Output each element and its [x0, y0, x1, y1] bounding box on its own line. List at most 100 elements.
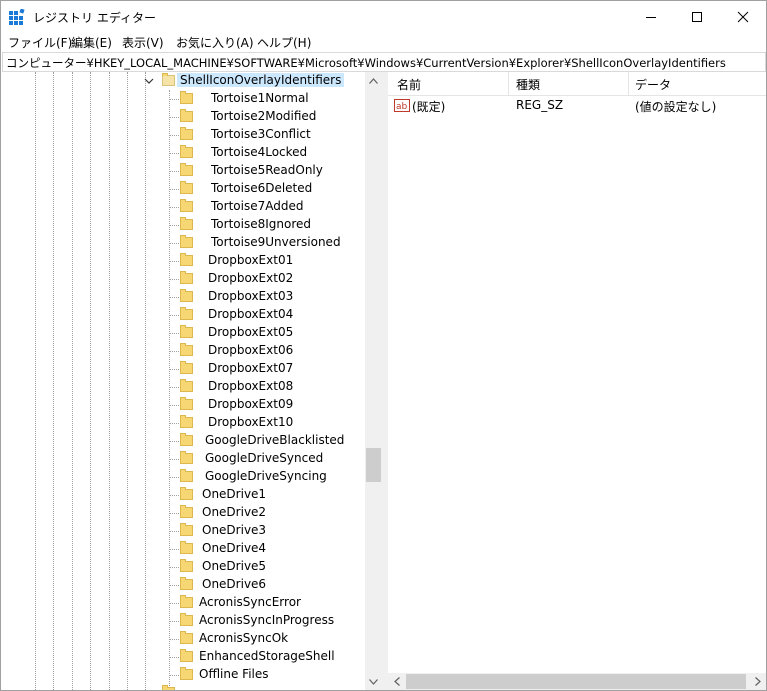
- menu-edit[interactable]: 編集(E): [71, 34, 112, 51]
- tree-node[interactable]: AcronisSyncOk: [1, 630, 367, 648]
- scroll-thumb[interactable]: [406, 674, 746, 689]
- tree-node[interactable]: OneDrive1: [1, 486, 367, 504]
- folder-icon: [180, 577, 193, 590]
- tree-node-label: DropboxExt02: [208, 271, 294, 285]
- tree-node[interactable]: Tortoise1Normal: [1, 90, 367, 108]
- list-header: 名前 種類 データ: [388, 72, 766, 96]
- menu-file[interactable]: ファイル(F): [8, 34, 72, 51]
- tree-node[interactable]: DropboxExt04: [1, 306, 367, 324]
- tree-connector: [170, 639, 179, 640]
- tree-connector: [170, 549, 179, 550]
- menu-view[interactable]: 表示(V): [122, 34, 164, 51]
- tree-node[interactable]: OneDrive4: [1, 540, 367, 558]
- tree-node-label: DropboxExt09: [208, 397, 294, 411]
- window-title: レジストリ エディター: [33, 11, 156, 25]
- tree-node[interactable]: GoogleDriveBlacklisted: [1, 432, 367, 450]
- tree-node[interactable]: Offline Files: [1, 666, 367, 684]
- list-horizontal-scrollbar[interactable]: [388, 673, 766, 690]
- tree-node[interactable]: DropboxExt02: [1, 270, 367, 288]
- folder-icon: [180, 289, 193, 302]
- scroll-left-button[interactable]: [388, 673, 405, 690]
- folder-icon: [180, 271, 193, 284]
- tree-node-label: DropboxExt05: [208, 325, 294, 339]
- close-button[interactable]: [720, 1, 766, 32]
- tree-connector: [170, 387, 179, 388]
- column-divider[interactable]: [508, 72, 509, 95]
- value-row[interactable]: ab (既定) REG_SZ (値の設定なし): [388, 96, 766, 114]
- maximize-button[interactable]: [674, 1, 720, 32]
- column-divider[interactable]: [628, 72, 629, 95]
- scroll-down-button[interactable]: [365, 673, 382, 690]
- folder-icon: [180, 145, 193, 158]
- tree-connector: [170, 333, 179, 334]
- tree-node[interactable]: DropboxExt10: [1, 414, 367, 432]
- menu-favorites[interactable]: お気に入り(A): [176, 34, 254, 51]
- tree-vertical-scrollbar[interactable]: [365, 72, 382, 690]
- folder-icon: [180, 217, 193, 230]
- tree-node[interactable]: DropboxExt01: [1, 252, 367, 270]
- title-bar[interactable]: レジストリ エディター: [1, 1, 766, 32]
- tree-node-label: Tortoise3Conflict: [211, 127, 311, 141]
- tree-node[interactable]: Tortoise7Added: [1, 198, 367, 216]
- tree-connector: [170, 459, 179, 460]
- tree-node-label: DropboxExt03: [208, 289, 294, 303]
- menu-help[interactable]: ヘルプ(H): [257, 34, 311, 51]
- tree-node[interactable]: DropboxExt09: [1, 396, 367, 414]
- tree-node[interactable]: Tortoise5ReadOnly: [1, 162, 367, 180]
- tree-node-label: DropboxExt06: [208, 343, 294, 357]
- tree-node[interactable]: Tortoise6Deleted: [1, 180, 367, 198]
- tree-node[interactable]: Tortoise4Locked: [1, 144, 367, 162]
- tree-node[interactable]: Tortoise2Modified: [1, 108, 367, 126]
- tree-connector: [170, 117, 179, 118]
- tree-node[interactable]: Tortoise8Ignored: [1, 216, 367, 234]
- folder-icon: [180, 343, 193, 356]
- tree-node[interactable]: OneDrive5: [1, 558, 367, 576]
- tree-node[interactable]: DropboxExt07: [1, 360, 367, 378]
- scroll-up-button[interactable]: [365, 72, 382, 89]
- key-tree-pane[interactable]: ShellIconOverlayIdentifiers Tortoise1Nor…: [1, 72, 382, 690]
- tree-node-label: OneDrive3: [202, 523, 267, 537]
- maximize-icon: [692, 11, 702, 22]
- tree-node-label: AcronisSyncOk: [199, 631, 289, 645]
- scroll-thumb[interactable]: [366, 448, 381, 482]
- tree-node[interactable]: OneDrive2: [1, 504, 367, 522]
- tree-node[interactable]: GoogleDriveSynced: [1, 450, 367, 468]
- tree-node-selected[interactable]: ShellIconOverlayIdentifiers: [1, 72, 367, 90]
- column-header-data[interactable]: データ: [635, 76, 671, 93]
- tree-connector: [170, 513, 179, 514]
- tree-connector: [170, 657, 179, 658]
- column-header-type[interactable]: 種類: [516, 76, 540, 93]
- folder-icon: [180, 649, 193, 662]
- tree-node[interactable]: DropboxExt03: [1, 288, 367, 306]
- tree-connector: [170, 351, 179, 352]
- tree-node[interactable]: OneDrive6: [1, 576, 367, 594]
- tree-node[interactable]: GoogleDriveSyncing: [1, 468, 367, 486]
- folder-icon: [180, 433, 193, 446]
- tree-node[interactable]: AcronisSyncInProgress: [1, 612, 367, 630]
- address-path[interactable]: コンピューター¥HKEY_LOCAL_MACHINE¥SOFTWARE¥Micr…: [6, 55, 726, 71]
- tree-connector: [170, 207, 179, 208]
- tree-node[interactable]: Tortoise3Conflict: [1, 126, 367, 144]
- tree-node[interactable]: DropboxExt05: [1, 324, 367, 342]
- tree-node-label: Tortoise9Unversioned: [211, 235, 341, 249]
- folder-icon: [180, 199, 193, 212]
- values-list-pane[interactable]: 名前 種類 データ ab (既定) REG_SZ (値の設定なし): [388, 72, 766, 690]
- column-header-name[interactable]: 名前: [397, 76, 421, 93]
- minimize-button[interactable]: [628, 1, 674, 32]
- tree-node[interactable]: DropboxExt06: [1, 342, 367, 360]
- scroll-right-button[interactable]: [749, 673, 766, 690]
- address-bar[interactable]: コンピューター¥HKEY_LOCAL_MACHINE¥SOFTWARE¥Micr…: [2, 52, 766, 72]
- menu-bar: ファイル(F) 編集(E) 表示(V) お気に入り(A) ヘルプ(H): [1, 32, 766, 52]
- chevron-down-icon[interactable]: [144, 76, 154, 86]
- tree-node[interactable]: OneDrive3: [1, 522, 367, 540]
- chevron-left-icon: [393, 677, 400, 686]
- folder-icon: [180, 487, 193, 500]
- tree-node[interactable]: AcronisSyncError: [1, 594, 367, 612]
- folder-icon: [180, 541, 193, 554]
- folder-icon: [180, 613, 193, 626]
- tree-node[interactable]: DropboxExt08: [1, 378, 367, 396]
- tree-node-label: Tortoise1Normal: [211, 91, 309, 105]
- tree-node[interactable]: Tortoise9Unversioned: [1, 234, 367, 252]
- tree-node[interactable]: EnhancedStorageShell: [1, 648, 367, 666]
- tree-node-label: DropboxExt07: [208, 361, 294, 375]
